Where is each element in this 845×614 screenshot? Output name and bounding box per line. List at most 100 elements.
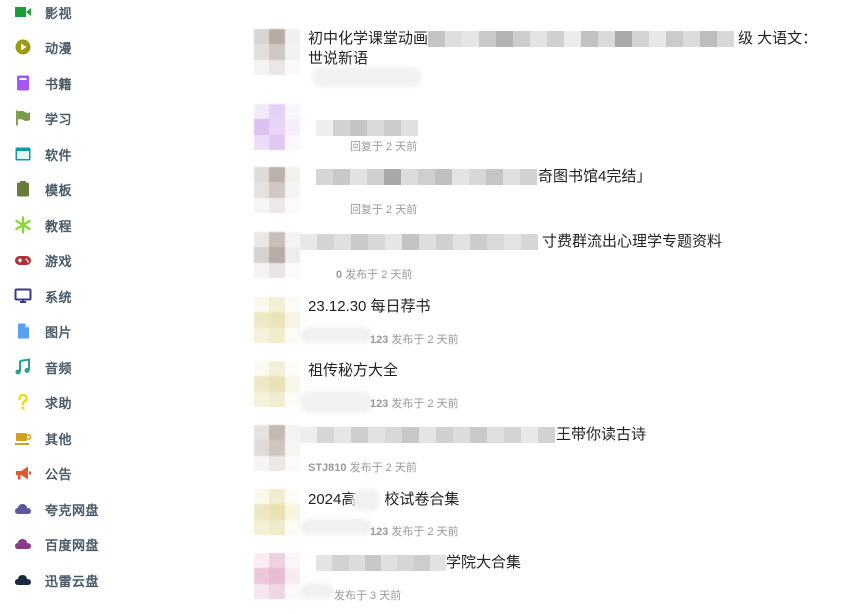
sidebar-item-audio[interactable]: 音频 (14, 356, 72, 378)
topic-meta: 0 发布于 2 天前 (336, 266, 412, 282)
avatar[interactable] (254, 29, 300, 75)
sidebar-item-label: 书籍 (45, 76, 73, 92)
redacted-text (428, 31, 738, 48)
sidebar-item-books[interactable]: 书籍 (14, 72, 72, 94)
sidebar-item-label: 影视 (45, 5, 73, 21)
topic-meta: STJ810 发布于 2 天前 (308, 459, 417, 475)
sidebar-item-system[interactable]: 系统 (14, 285, 72, 307)
avatar[interactable] (254, 297, 300, 343)
sidebar-item-games[interactable]: 游戏 (14, 249, 72, 271)
topic-author[interactable]: 123 (370, 334, 388, 346)
sidebar-item-baidu-drive[interactable]: 百度网盘 (14, 533, 99, 555)
sidebar-item-label: 图片 (45, 324, 73, 340)
avatar[interactable] (254, 232, 300, 278)
flag-icon (14, 109, 32, 127)
topic-row[interactable]: 寸费群流出心理学专题资料 0 发布于 2 天前 (250, 232, 845, 292)
sidebar-item-announcements[interactable]: 公告 (14, 462, 72, 484)
topic-time: 发布于 2 天前 (345, 269, 413, 281)
category-sidebar: 影视 动漫 书籍 学习 软件 模板 教程 游戏 系统 图片 音频 求助 其他 公… (0, 0, 200, 614)
avatar[interactable] (254, 553, 300, 599)
topic-title-tail[interactable]: 王带你读古诗 (556, 426, 646, 443)
sidebar-item-label: 求助 (45, 395, 73, 411)
window-icon (14, 145, 32, 163)
redacted-text (300, 427, 556, 444)
topic-row[interactable]: 奇图书馆4完结」 回复于 2 天前 (250, 167, 845, 227)
topic-row[interactable]: 祖传秘方大全 123 发布于 2 天前 (250, 361, 845, 421)
music-note-icon (14, 358, 32, 376)
topic-title-tail[interactable]: 奇图书馆4完结」 (538, 168, 651, 185)
topic-title[interactable]: 奇图书馆4完结」 (316, 167, 651, 187)
topic-title[interactable]: 王带你读古诗 (300, 425, 646, 445)
topic-row[interactable]: 回复于 2 天前 (250, 104, 845, 164)
sidebar-item-label: 公告 (45, 466, 73, 482)
topic-meta: 123 发布于 2 天前 (370, 395, 459, 411)
topic-author[interactable]: 123 (370, 398, 388, 410)
sidebar-item-xunlei-drive[interactable]: 迅雷云盘 (14, 569, 99, 591)
avatar[interactable] (254, 425, 300, 471)
sidebar-item-label: 迅雷云盘 (45, 573, 100, 589)
sidebar-item-label: 游戏 (45, 253, 73, 269)
topic-time: 发布于 2 天前 (349, 462, 417, 474)
topic-title-tail[interactable]: 寸费群流出心理学专题资料 (542, 233, 722, 250)
sidebar-item-label: 音频 (45, 360, 73, 376)
sidebar-item-study[interactable]: 学习 (14, 107, 72, 129)
redacted-text (352, 489, 381, 511)
topic-author[interactable]: 123 (370, 526, 388, 538)
topic-meta: 回复于 2 天前 (350, 141, 418, 153)
redacted-text (300, 234, 542, 251)
video-camera-icon (14, 3, 32, 21)
sidebar-item-label: 软件 (45, 147, 73, 163)
redacted-text (316, 120, 418, 136)
sidebar-item-images[interactable]: 图片 (14, 320, 72, 342)
cloud-icon (14, 500, 32, 518)
snowflake-icon (14, 216, 32, 234)
redacted-text (316, 169, 538, 186)
redacted-meta (300, 519, 372, 535)
file-image-icon (14, 322, 32, 340)
topic-title-text[interactable]: 初中化学课堂动画 (308, 30, 428, 47)
topic-title-text[interactable]: 2024高 (308, 491, 356, 508)
sidebar-item-help[interactable]: 求助 (14, 391, 72, 413)
topic-row[interactable]: 23.12.30 每日荐书 123 发布于 2 天前 (250, 297, 845, 357)
topic-row[interactable]: 初中化学课堂动画 级 大语文：世说新语 (250, 29, 845, 89)
topic-author[interactable]: STJ810 (308, 462, 347, 474)
topic-meta: 123 发布于 2 天前 (370, 331, 459, 347)
topic-row[interactable]: 2024高 校试卷合集 123 发布于 2 天前 (250, 489, 845, 549)
avatar[interactable] (254, 167, 300, 213)
sidebar-item-label: 动漫 (45, 40, 73, 56)
topic-meta: 123 发布于 2 天前 (370, 523, 459, 539)
redacted-meta (300, 583, 334, 599)
sidebar-item-anime[interactable]: 动漫 (14, 36, 72, 58)
topic-meta: 发布于 3 天前 (334, 590, 402, 602)
monitor-icon (14, 287, 32, 305)
topic-row[interactable]: 学院大合集 发布于 3 天前 (250, 553, 845, 613)
sidebar-item-software[interactable]: 软件 (14, 143, 72, 165)
redacted-meta (312, 67, 422, 87)
sidebar-item-quark-drive[interactable]: 夸克网盘 (14, 498, 99, 520)
sidebar-item-label: 学习 (45, 111, 73, 127)
topic-title[interactable]: 初中化学课堂动画 级 大语文：世说新语 (308, 29, 828, 69)
avatar[interactable] (254, 489, 300, 535)
megaphone-icon (14, 464, 32, 482)
sidebar-item-label: 模板 (45, 182, 73, 198)
sidebar-item-label: 其他 (45, 431, 73, 447)
topic-author[interactable]: 0 (336, 269, 342, 281)
topic-title[interactable]: 寸费群流出心理学专题资料 (300, 232, 722, 252)
sidebar-item-templates[interactable]: 模板 (14, 178, 72, 200)
topic-title[interactable]: 23.12.30 每日荐书 (308, 297, 431, 317)
coffee-cup-icon (14, 429, 32, 447)
cloud-icon (14, 535, 32, 553)
topic-title[interactable]: 祖传秘方大全 (308, 361, 398, 381)
topic-time: 发布于 2 天前 (391, 334, 459, 346)
sidebar-item-other[interactable]: 其他 (14, 427, 72, 449)
sidebar-item-movies[interactable]: 影视 (14, 1, 72, 23)
sidebar-item-tutorials[interactable]: 教程 (14, 214, 72, 236)
topic-row[interactable]: 王带你读古诗 STJ810 发布于 2 天前 (250, 425, 845, 485)
topic-title[interactable]: 2024高 校试卷合集 (308, 489, 459, 511)
avatar[interactable] (254, 361, 300, 407)
topic-title[interactable]: 学院大合集 (316, 553, 521, 573)
topic-title-tail[interactable]: 校试卷合集 (384, 491, 459, 508)
topic-title-tail[interactable]: 学院大合集 (446, 554, 521, 571)
avatar[interactable] (254, 104, 300, 150)
sidebar-item-label: 系统 (45, 289, 73, 305)
